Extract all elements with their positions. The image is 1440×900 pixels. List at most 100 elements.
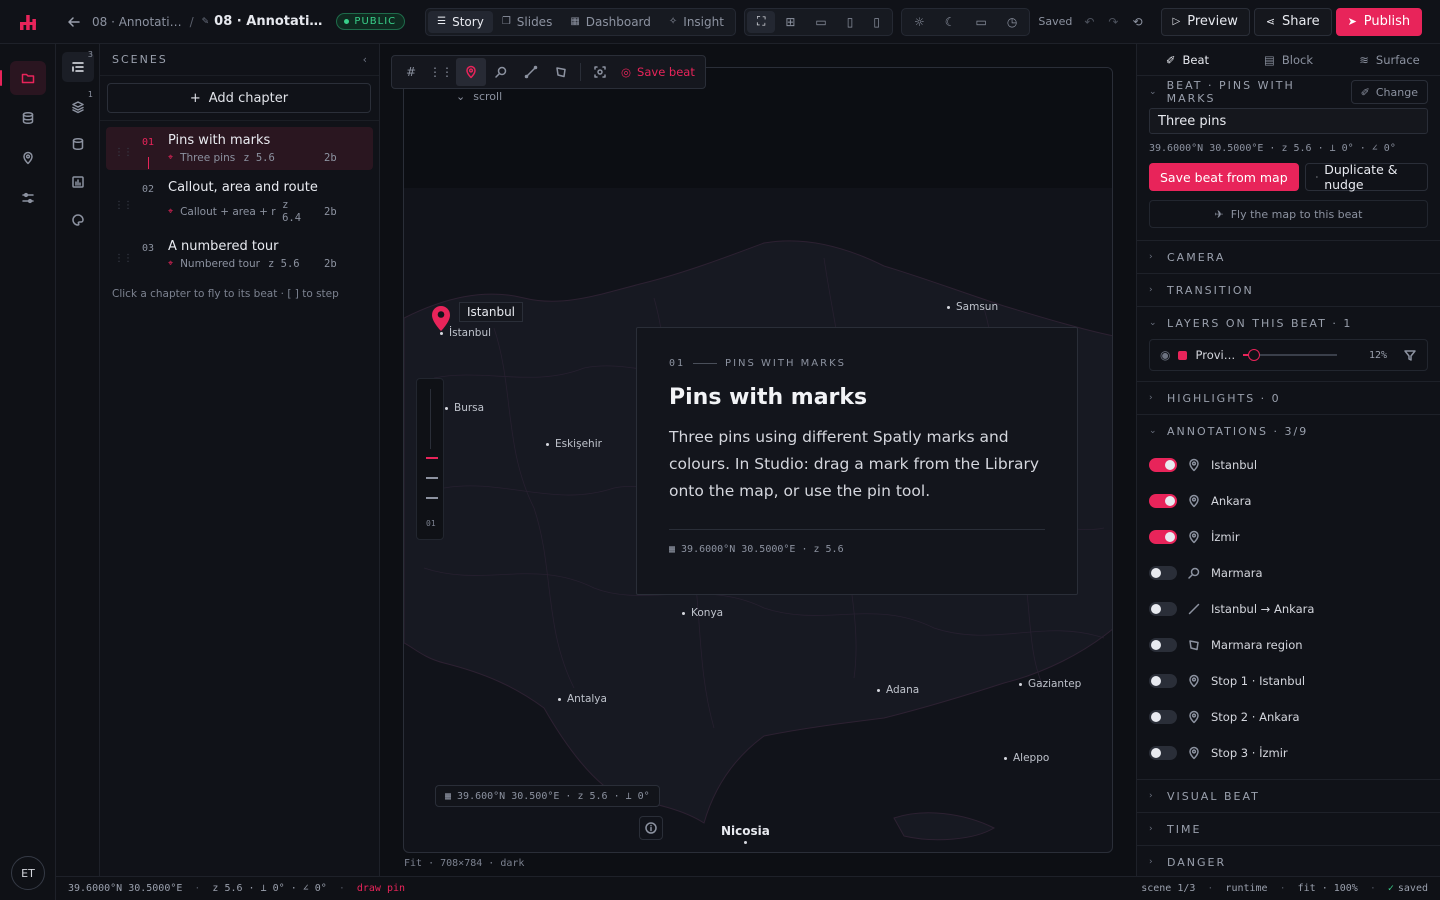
map-frame[interactable]: ⌄ scroll Samsun İstanbul Bursa Eskişehir … xyxy=(403,67,1113,853)
chapter-beat-count: 2b xyxy=(324,152,337,164)
danger-section-header[interactable]: › DANGER xyxy=(1149,846,1428,878)
mode-insight[interactable]: ✧ Insight xyxy=(660,11,733,33)
beat-scrubber[interactable]: 01 xyxy=(416,378,444,540)
add-chapter-button[interactable]: + Add chapter xyxy=(107,83,371,113)
undo-icon[interactable]: ↶ xyxy=(1084,15,1094,29)
callout-tool-icon[interactable] xyxy=(486,58,516,86)
pin-tool-icon[interactable] xyxy=(456,58,486,86)
mode-slides[interactable]: ❐ Slides xyxy=(493,11,562,33)
breadcrumb-current[interactable]: ✎ 08 · Annotati… xyxy=(202,14,323,29)
back-arrow-icon[interactable] xyxy=(64,15,84,29)
breadcrumb-parent[interactable]: 08 · Annotati… xyxy=(92,15,182,29)
card-coords: ▦ 39.6000°N 30.5000°E · z 5.6 xyxy=(669,544,1045,555)
annotation-row: İzmir xyxy=(1149,519,1428,555)
chapter-item[interactable]: ⋮⋮ 03 A numbered tour ⌖ Numbered tour z 5.… xyxy=(106,233,373,276)
time-section-header[interactable]: › TIME xyxy=(1149,813,1428,845)
camera-section-header[interactable]: › CAMERA xyxy=(1149,241,1428,273)
palette-icon[interactable] xyxy=(62,205,94,235)
app-logo-icon[interactable] xyxy=(0,0,56,44)
theme-light-button[interactable]: ☼ xyxy=(904,11,935,33)
avatar[interactable]: ET xyxy=(11,856,45,890)
scenes-outline-icon[interactable]: 3 xyxy=(62,50,94,82)
visual-beat-section-header[interactable]: › VISUAL BEAT xyxy=(1149,780,1428,812)
story-card[interactable]: 01 PINS WITH MARKS Pins with marks Three … xyxy=(636,327,1078,595)
history-icon[interactable]: ⟲ xyxy=(1132,15,1142,29)
layers-section-header[interactable]: ⌄ LAYERS ON THIS BEAT · 1 xyxy=(1149,307,1428,339)
database-icon[interactable] xyxy=(10,101,46,135)
route-tool-icon[interactable] xyxy=(516,58,546,86)
annotation-toggle[interactable] xyxy=(1149,566,1177,580)
device-phone-button[interactable]: ▯ xyxy=(863,11,890,33)
beat-icon: ✐ xyxy=(1165,52,1176,67)
collapse-chevron-icon[interactable]: ‹ xyxy=(363,53,367,66)
annotations-section-header[interactable]: ⌄ ANNOTATIONS · 3/9 xyxy=(1149,415,1428,447)
tab-surface[interactable]: ≋ Surface xyxy=(1339,44,1440,76)
scrubber-tick[interactable] xyxy=(426,477,438,479)
filter-icon[interactable] xyxy=(1403,348,1417,362)
drag-grip-icon[interactable]: ⋮⋮ xyxy=(426,58,456,86)
tab-block[interactable]: ▤ Block xyxy=(1238,44,1339,76)
redo-icon[interactable]: ↷ xyxy=(1108,15,1118,29)
map-pin-icon[interactable] xyxy=(430,304,452,332)
slider-handle[interactable] xyxy=(1248,349,1261,361)
device-fit-button[interactable]: ⛶ xyxy=(746,10,776,33)
fly-to-beat-button[interactable]: ✈ Fly the map to this beat xyxy=(1149,200,1428,228)
duplicate-nudge-button[interactable]: · Duplicate & nudge xyxy=(1304,162,1428,192)
change-button[interactable]: ✐ Change xyxy=(1350,80,1428,104)
drag-handle-icon[interactable]: ⋮⋮ xyxy=(114,253,133,264)
layer-color-swatch[interactable] xyxy=(1178,350,1188,360)
annotation-toggle[interactable] xyxy=(1149,710,1177,724)
scrubber-tick-active[interactable] xyxy=(426,457,438,459)
preview-button[interactable]: ▷ Preview xyxy=(1160,7,1250,36)
annotation-label: Stop 3 · İzmir xyxy=(1211,746,1288,760)
mode-dashboard[interactable]: ▦ Dashboard xyxy=(561,11,660,33)
send-icon: ➤ xyxy=(1347,15,1357,28)
location-icon[interactable] xyxy=(10,141,46,175)
annotation-toggle[interactable] xyxy=(1149,638,1177,652)
layer-opacity-slider[interactable] xyxy=(1243,349,1338,361)
chart-icon[interactable] xyxy=(62,167,94,197)
device-desktop-button[interactable]: ▭ xyxy=(805,11,836,33)
save-beat-from-map-button[interactable]: Save beat from map xyxy=(1149,163,1299,191)
save-status: Saved xyxy=(1038,15,1073,28)
info-icon[interactable] xyxy=(639,816,663,840)
device-tablet-button[interactable]: ▯ xyxy=(837,11,864,33)
drag-handle-icon[interactable]: ⋮⋮ xyxy=(114,147,133,158)
eye-icon[interactable]: ◉ xyxy=(1160,348,1170,362)
drag-handle-icon[interactable]: ⋮⋮ xyxy=(114,200,133,211)
annotation-toggle[interactable] xyxy=(1149,494,1177,508)
folder-icon[interactable] xyxy=(0,61,46,95)
annotation-toggle[interactable] xyxy=(1149,458,1177,472)
annotation-toggle[interactable] xyxy=(1149,530,1177,544)
transition-section-header[interactable]: › TRANSITION xyxy=(1149,274,1428,306)
theme-dark-button[interactable]: ☾ xyxy=(935,11,966,33)
locate-icon[interactable] xyxy=(585,58,615,86)
device-grid-button[interactable]: ⊞ xyxy=(775,11,805,33)
save-beat-button[interactable]: ◎ Save beat xyxy=(621,65,695,79)
status-scene: scene 1/3 xyxy=(1141,883,1196,894)
tab-beat[interactable]: ✐ Beat xyxy=(1137,44,1238,76)
visibility-badge[interactable]: PUBLIC xyxy=(336,13,406,30)
scrubber-tick[interactable] xyxy=(426,497,438,499)
frame-icon[interactable]: # xyxy=(396,58,426,86)
pin-label[interactable]: Istanbul xyxy=(459,302,524,322)
danger-section: › DANGER xyxy=(1137,846,1440,878)
layers-icon[interactable]: 1 xyxy=(62,90,94,122)
chapter-item[interactable]: ⋮⋮ 02 Callout, area and route ⌖ Callout +… xyxy=(106,174,373,231)
annotation-toggle[interactable] xyxy=(1149,674,1177,688)
beat-section-header[interactable]: ⌄ BEAT · PINS WITH MARKS ✐ Change xyxy=(1149,76,1428,108)
chapter-item[interactable]: ⋮⋮ 01 Pins with marks ⌖ Three pins z 5.6 2b xyxy=(106,127,373,170)
mode-story[interactable]: ☰ Story xyxy=(428,10,493,33)
surface-icon: ≋ xyxy=(1359,52,1369,67)
publish-button[interactable]: ➤ Publish xyxy=(1335,7,1423,36)
theme-system-button[interactable]: ▭ xyxy=(966,11,997,33)
theme-auto-button[interactable]: ◷ xyxy=(997,11,1027,33)
data-icon[interactable] xyxy=(62,129,94,159)
sliders-icon[interactable] xyxy=(10,181,46,215)
share-button[interactable]: ⋖ Share xyxy=(1253,7,1332,36)
area-tool-icon[interactable] xyxy=(546,58,576,86)
annotation-toggle[interactable] xyxy=(1149,746,1177,760)
annotation-toggle[interactable] xyxy=(1149,602,1177,616)
highlights-section-header[interactable]: › HIGHLIGHTS · 0 xyxy=(1149,382,1428,414)
beat-name-input[interactable]: Three pins xyxy=(1149,108,1428,134)
